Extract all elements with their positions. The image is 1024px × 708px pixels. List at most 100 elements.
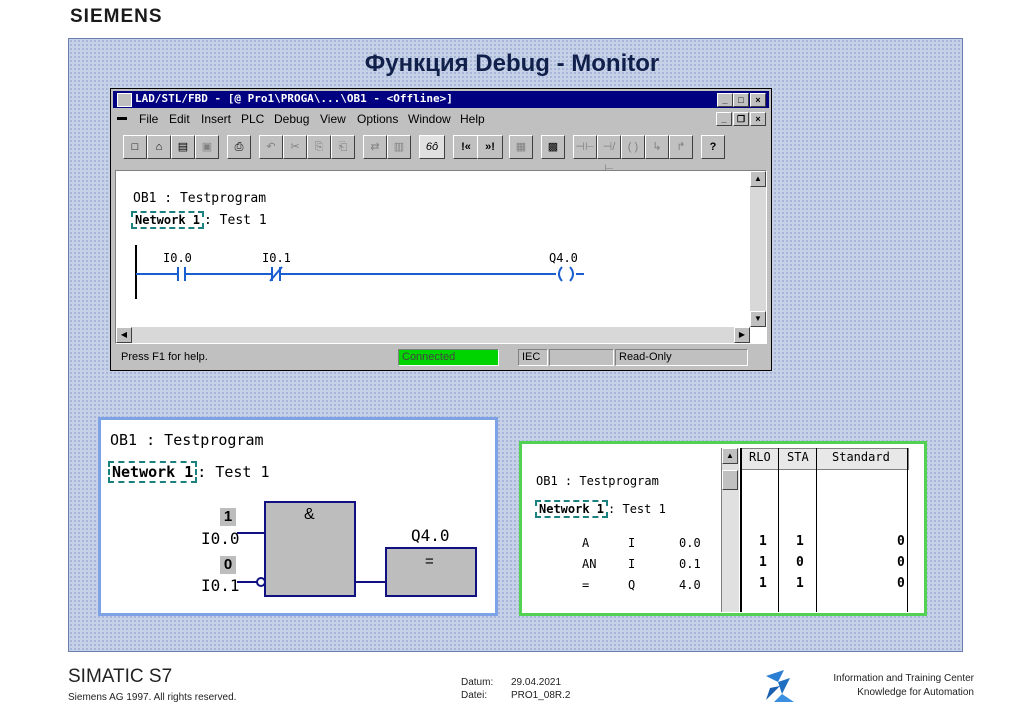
slide-title: Функция Debug - Monitor bbox=[364, 50, 660, 77]
stl-network-title: : Test 1 bbox=[608, 502, 666, 516]
input2-label: I0.1 bbox=[201, 576, 240, 595]
new-icon[interactable]: □ bbox=[123, 135, 147, 159]
stl-network-header: Network 1: Test 1 bbox=[535, 500, 666, 518]
product-name: SIMATIC S7 bbox=[68, 666, 173, 687]
menu-edit[interactable]: Edit bbox=[169, 112, 190, 126]
menu-help[interactable]: Help bbox=[460, 112, 485, 126]
stl-address: 0.1 bbox=[679, 557, 701, 571]
menu-debug[interactable]: Debug bbox=[274, 112, 309, 126]
scroll-down-icon[interactable]: ▼ bbox=[750, 311, 766, 327]
menu-options[interactable]: Options bbox=[357, 112, 398, 126]
rlo-value: 1 bbox=[759, 576, 767, 591]
stl-vertical-scrollbar[interactable]: ▲ bbox=[721, 448, 739, 612]
window-title: LAD/STL/FBD - [@ Pro1\PROGA\...\OB1 - <O… bbox=[135, 92, 453, 105]
ladder-rung bbox=[135, 245, 584, 299]
sta-value: 1 bbox=[796, 534, 804, 549]
paste-icon[interactable]: ⎗ bbox=[331, 135, 355, 159]
rlo-column-divider bbox=[778, 448, 779, 612]
save-icon[interactable]: ▣ bbox=[195, 135, 219, 159]
vertical-scrollbar[interactable]: ▲ ▼ bbox=[750, 171, 766, 327]
scroll-left-icon[interactable]: ◀ bbox=[116, 327, 132, 343]
menu-file[interactable]: File bbox=[139, 112, 158, 126]
stl-network-label: Network 1 bbox=[535, 500, 609, 518]
normally-open-contact-icon[interactable]: ⊣⊢ bbox=[573, 135, 597, 159]
status-help: Press F1 for help. bbox=[121, 351, 208, 363]
stl-scroll-thumb[interactable] bbox=[722, 470, 738, 490]
context-help-icon[interactable]: ? bbox=[701, 135, 725, 159]
close-button[interactable]: × bbox=[750, 93, 766, 107]
app-icon bbox=[117, 93, 132, 107]
stl-op: = bbox=[582, 578, 590, 592]
rlo-value: 1 bbox=[759, 555, 767, 570]
close-branch-icon[interactable]: ↱ bbox=[669, 135, 693, 159]
sta-column-divider bbox=[816, 448, 817, 612]
input1-label: I0.0 bbox=[201, 529, 240, 548]
status-mode: IEC bbox=[518, 349, 548, 366]
stl-area: I bbox=[628, 557, 636, 571]
menu-window[interactable]: Window bbox=[408, 112, 451, 126]
standard-column-divider bbox=[907, 448, 908, 612]
last-network-icon[interactable]: »! bbox=[477, 135, 503, 159]
sta-value: 0 bbox=[796, 555, 804, 570]
normally-closed-contact-icon[interactable]: ⊣/⊢ bbox=[597, 135, 621, 175]
cut-icon[interactable]: ✂ bbox=[283, 135, 307, 159]
monitor-glasses-icon[interactable]: 6ô bbox=[419, 135, 445, 159]
sta-header: STA bbox=[787, 450, 809, 464]
standard-value: 0 bbox=[897, 576, 905, 591]
date-value: 29.04.2021 bbox=[511, 677, 562, 688]
scroll-right-icon[interactable]: ▶ bbox=[734, 327, 750, 343]
training-center-logo-icon bbox=[766, 670, 794, 702]
coil-icon[interactable]: ( ) bbox=[621, 135, 645, 159]
document-menu-icon[interactable]: ▬ bbox=[117, 112, 127, 123]
copy-icon[interactable]: ⎘ bbox=[307, 135, 331, 159]
status-access: Read-Only bbox=[615, 349, 748, 366]
standard-value: 0 bbox=[897, 534, 905, 549]
ladder-editor[interactable]: OB1 : Testprogram Network 1: Test 1 I0.0… bbox=[115, 170, 767, 344]
center-line2: Knowledge for Automation bbox=[857, 687, 974, 698]
doc-restore-button[interactable]: ❐ bbox=[733, 112, 749, 126]
fbd-diagram bbox=[237, 501, 477, 597]
menu-view[interactable]: View bbox=[320, 112, 346, 126]
stl-address: 4.0 bbox=[679, 578, 701, 592]
input1-state: 1 bbox=[220, 508, 236, 526]
sta-value: 1 bbox=[796, 576, 804, 591]
stl-monitor-panel: OB1 : Testprogram Network 1: Test 1 ▲ RL… bbox=[519, 441, 927, 616]
doc-minimize-button[interactable]: _ bbox=[716, 112, 732, 126]
status-bar: Press F1 for help. Connected IEC Read-On… bbox=[113, 348, 769, 366]
open-branch-icon[interactable]: ↳ bbox=[645, 135, 669, 159]
print-icon[interactable]: ⎙ bbox=[227, 135, 251, 159]
rlo-value: 1 bbox=[759, 534, 767, 549]
stl-op: A bbox=[582, 536, 590, 550]
lad-editor-window: LAD/STL/FBD - [@ Pro1\PROGA\...\OB1 - <O… bbox=[110, 88, 772, 371]
overview-icon[interactable]: ▩ bbox=[541, 135, 565, 159]
undo-icon[interactable]: ↶ bbox=[259, 135, 283, 159]
stl-scroll-up-icon[interactable]: ▲ bbox=[722, 448, 738, 464]
fbd-monitor-panel: OB1 : Testprogram Network 1: Test 1 & 1 … bbox=[98, 417, 498, 616]
minimize-button[interactable]: _ bbox=[717, 93, 733, 107]
center-line1: Information and Training Center bbox=[833, 673, 974, 684]
menu-plc[interactable]: PLC bbox=[241, 112, 264, 126]
download-icon[interactable]: ⇄ bbox=[363, 135, 387, 159]
horizontal-scrollbar[interactable]: ◀ ▶ bbox=[116, 327, 750, 343]
stl-area: Q bbox=[628, 578, 636, 592]
accessible-nodes-icon[interactable]: ▤ bbox=[171, 135, 195, 159]
first-network-icon[interactable]: !« bbox=[453, 135, 479, 159]
maximize-button[interactable]: □ bbox=[733, 93, 749, 107]
file-value: PRO1_08R.2 bbox=[511, 690, 571, 701]
insert-network-icon[interactable]: ▦ bbox=[509, 135, 533, 159]
doc-close-button[interactable]: × bbox=[750, 112, 766, 126]
input2-state: 0 bbox=[220, 556, 236, 574]
upload-icon[interactable]: ▥ bbox=[387, 135, 411, 159]
window-titlebar[interactable]: LAD/STL/FBD - [@ Pro1\PROGA\...\OB1 - <O… bbox=[113, 91, 769, 108]
standard-header: Standard bbox=[832, 450, 890, 464]
toolbar: □ ⌂ ▤ ▣ ⎙ ↶ ✂ ⎘ ⎗ ⇄ ▥ 6ô !« »! ▦ ▩ ⊣⊢ ⊣/… bbox=[113, 133, 769, 175]
stl-area: I bbox=[628, 536, 636, 550]
scroll-up-icon[interactable]: ▲ bbox=[750, 171, 766, 187]
copyright: Siemens AG 1997. All rights reserved. bbox=[68, 692, 237, 703]
status-divider bbox=[740, 448, 742, 612]
status-connection: Connected bbox=[398, 349, 499, 366]
menu-bar: ▬ File Edit Insert PLC Debug View Option… bbox=[113, 109, 769, 128]
and-gate-label: & bbox=[304, 506, 315, 523]
menu-insert[interactable]: Insert bbox=[201, 112, 231, 126]
open-icon[interactable]: ⌂ bbox=[147, 135, 171, 159]
